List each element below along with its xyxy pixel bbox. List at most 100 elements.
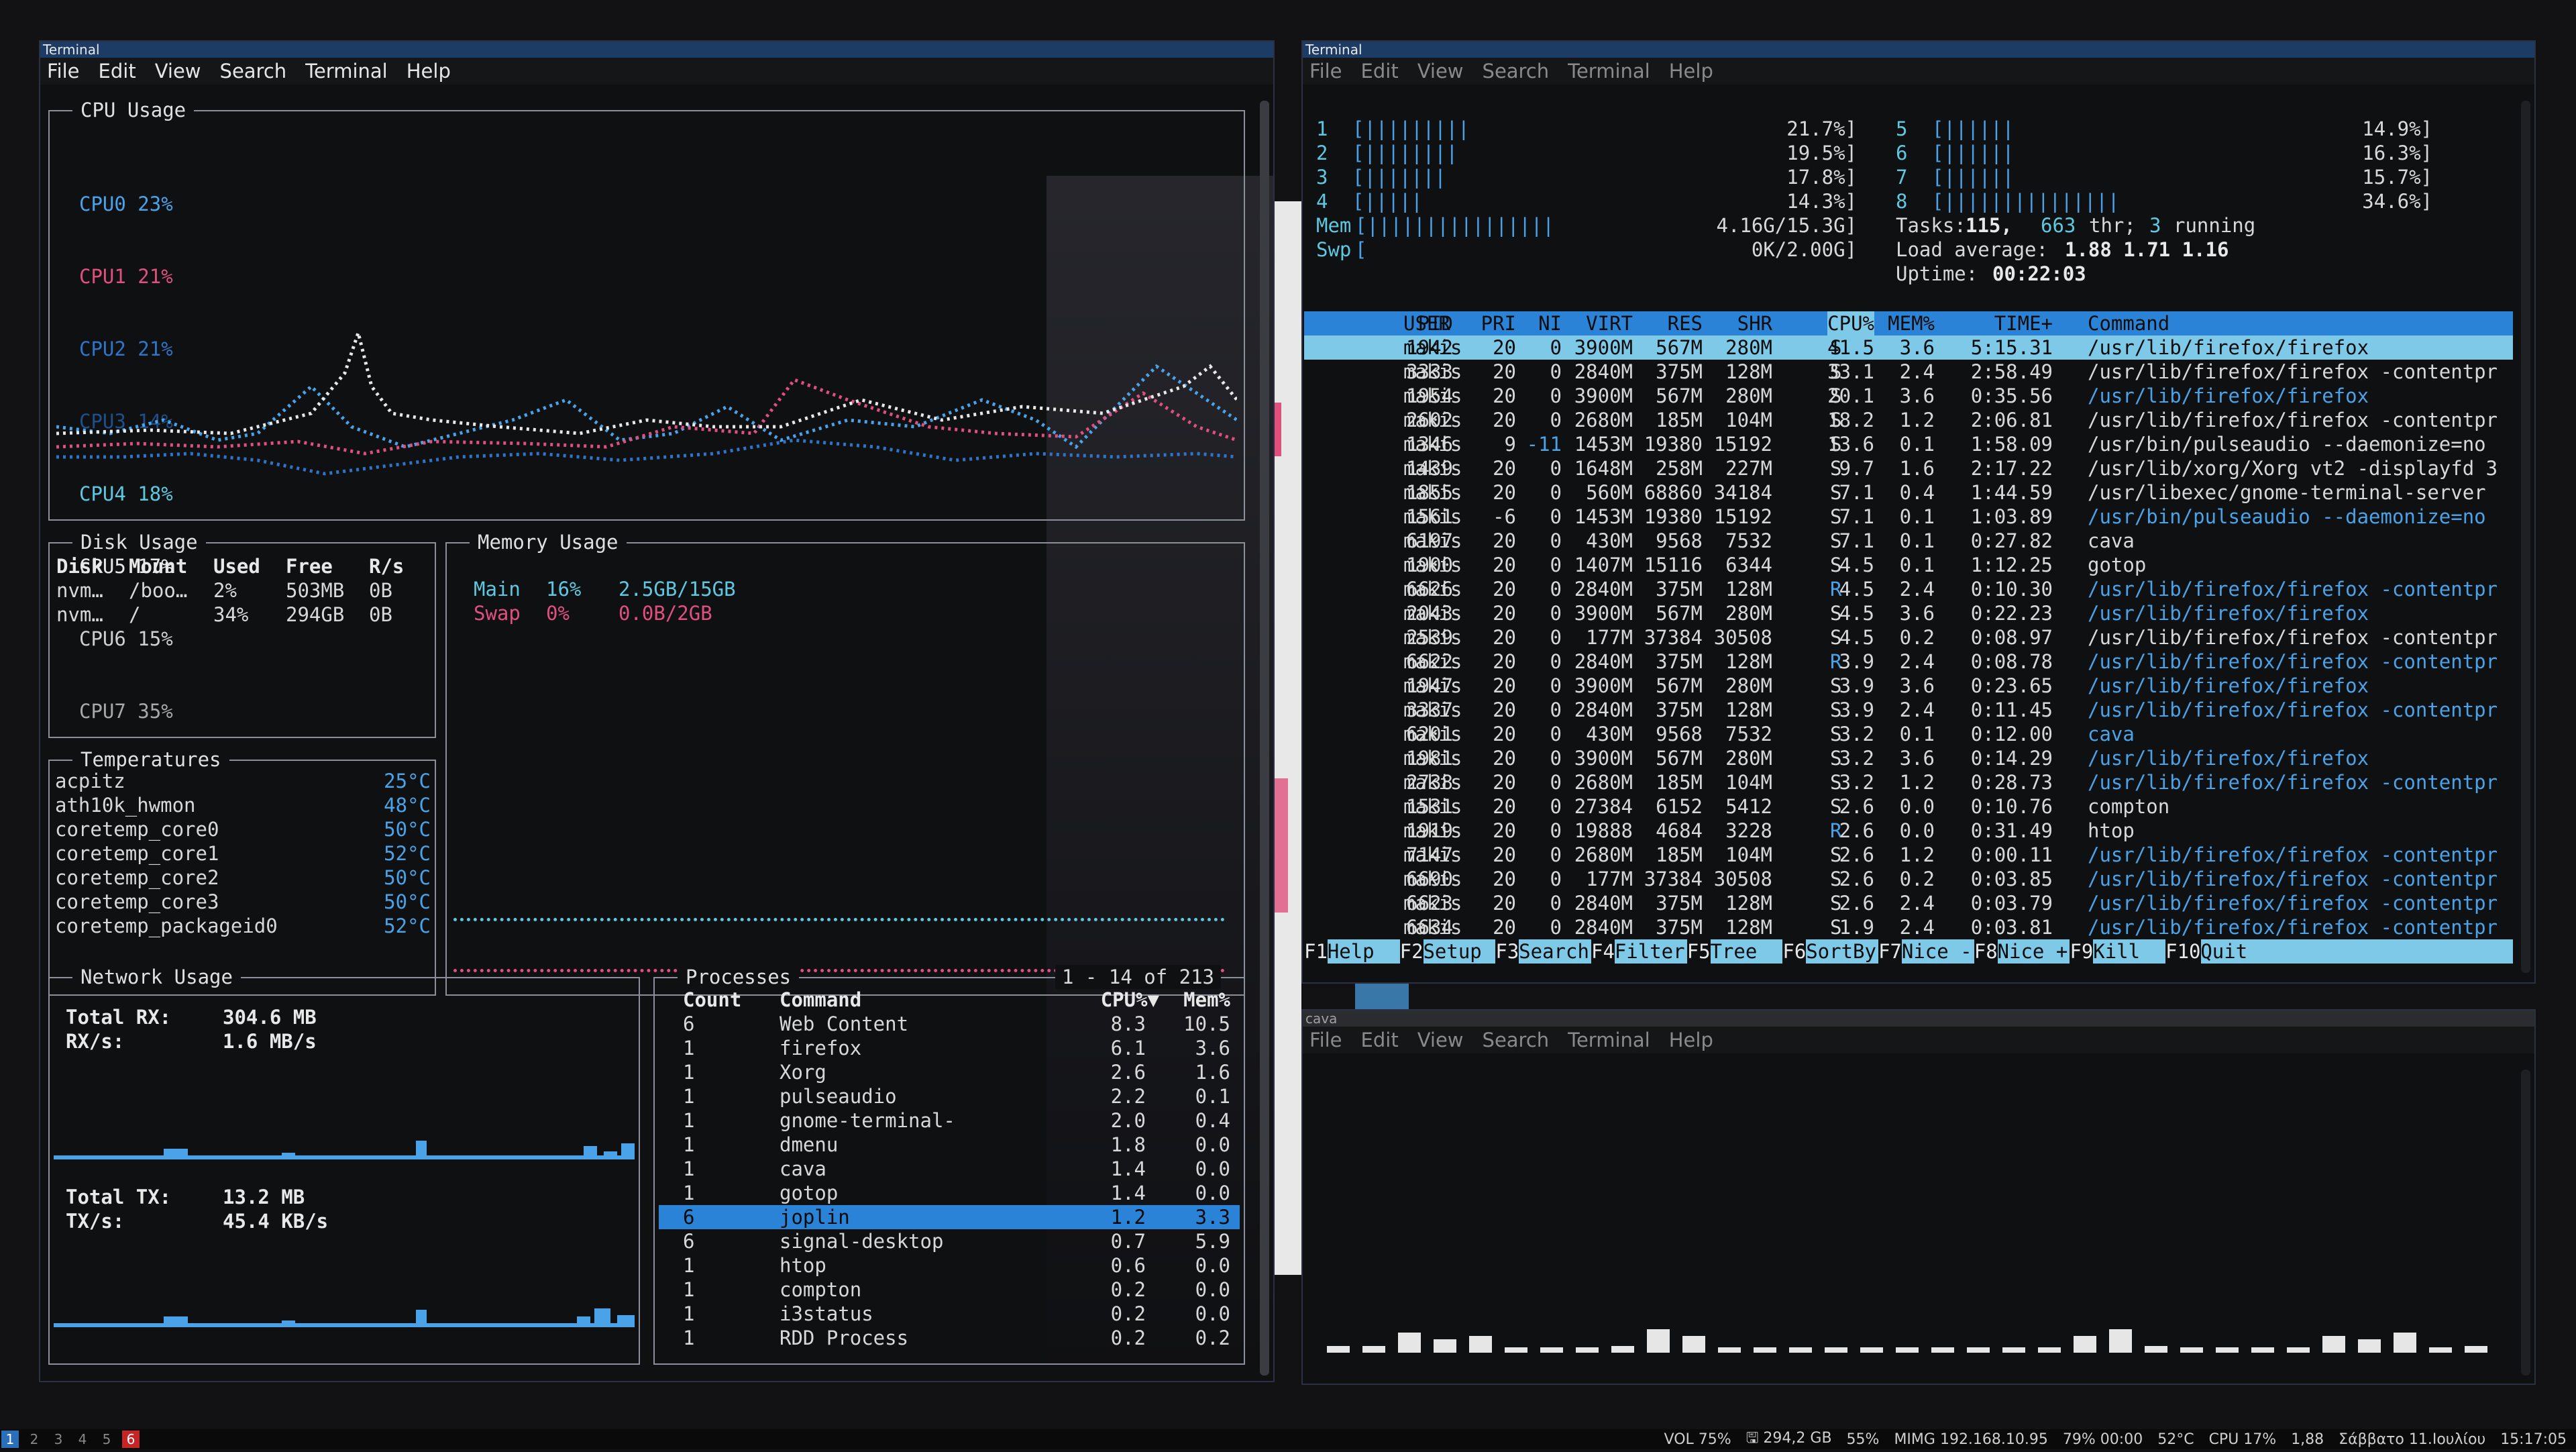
scrollbar[interactable] <box>2521 1070 2530 1376</box>
fkey-f4[interactable]: F4 <box>1591 939 1615 964</box>
col-count[interactable]: Count <box>683 988 741 1012</box>
header-mem[interactable]: MEM% <box>1888 311 1935 335</box>
col-mem[interactable]: Mem% <box>1183 988 1230 1012</box>
htop-process-row[interactable]: 6201 makis 20 0 430M 9568 7532 S 3.2 0.1 0:12.00 ca… <box>1304 722 2513 746</box>
header-virt[interactable]: VIRT <box>1586 311 1633 335</box>
process-row[interactable]: 1 i3status 0.2 0.0 <box>659 1302 1240 1326</box>
fkey-label-f4[interactable]: Filter <box>1615 939 1685 964</box>
htop-process-row[interactable]: 6623 makis 20 0 2840M 375M 128M S 2.6 2.4 0:03.79/… <box>1304 891 2513 915</box>
menu-view[interactable]: View <box>1417 60 1464 83</box>
fkey-f6[interactable]: F6 <box>1782 939 1807 964</box>
scrollbar[interactable] <box>1260 101 1269 1376</box>
header-pri[interactable]: PRI <box>1481 311 1516 335</box>
htop-process-row[interactable]: 1439 makis 20 0 1648M 258M 227M S 9.7 1.6 2:17.22/… <box>1304 456 2513 480</box>
menu-search[interactable]: Search <box>220 60 287 83</box>
fkey-label-f9[interactable]: Kill <box>2093 939 2140 964</box>
htop-process-row[interactable]: 1531 makis 20 0 27384 6152 5412 S 2.6 0.0 0:10.76 c… <box>1304 794 2513 819</box>
fkey-f2[interactable]: F2 <box>1399 939 1424 964</box>
fkey-f7[interactable]: F7 <box>1878 939 1902 964</box>
htop-process-row[interactable]: 1919 makis 20 0 19888 4684 3228 R 2.6 0.0 0:31.49 h… <box>1304 819 2513 843</box>
htop-process-row[interactable]: 1855 makis 20 0 560M 68860 34184 S 7.1 0.4 1:44.59… <box>1304 480 2513 505</box>
menu-view[interactable]: View <box>1417 1029 1464 1051</box>
header-user[interactable]: USER <box>1403 311 1450 335</box>
process-row[interactable]: 1 dmenu 1.8 0.0 <box>659 1133 1240 1157</box>
menu-help[interactable]: Help <box>407 60 451 83</box>
menu-help[interactable]: Help <box>1669 60 1713 83</box>
fkey-label-f2[interactable]: Setup <box>1423 939 1481 964</box>
htop-process-row[interactable]: 2602 makis 20 0 2680M 185M 104M S 18.2 1.2 2:06.81… <box>1304 408 2513 432</box>
htop-process-row[interactable]: 1954 makis 20 0 3900M 567M 280M S 20.1 3.6 0:35.56… <box>1304 384 2513 408</box>
htop-process-row[interactable]: 6690 makis 20 0 177M 37384 30508 S 2.6 0.2 0:03.85… <box>1304 867 2513 891</box>
menu-terminal[interactable]: Terminal <box>1568 60 1650 83</box>
htop-process-row[interactable]: 1900 makis 20 0 1407M 15116 6344 S 4.5 0.1 1:12.25… <box>1304 553 2513 577</box>
fkey-label-f5[interactable]: Tree <box>1711 939 1758 964</box>
htop-process-row[interactable]: 6634 makis 20 0 2840M 375M 128M S 1.9 2.4 0:03.81/… <box>1304 915 2513 939</box>
htop-process-row[interactable]: 1346 makis 9 -11 1453M 19380 15192 S 13.6 0.1 1:58… <box>1304 432 2513 456</box>
process-row[interactable]: 1 pulseaudio 2.2 0.1 <box>659 1084 1240 1108</box>
fkey-label-f10[interactable]: Quit <box>2200 939 2247 964</box>
header-cpu[interactable]: CPU% <box>1827 311 1874 335</box>
process-row[interactable]: 6 joplin 1.2 3.3 <box>659 1205 1240 1229</box>
htop-process-row[interactable]: 6197 makis 20 0 430M 9568 7532 S 7.1 0.1 0:27.82 ca… <box>1304 529 2513 553</box>
htop-process-row[interactable]: 7147 makis 20 0 2680M 185M 104M S 2.6 1.2 0:00.11/… <box>1304 843 2513 867</box>
menu-file[interactable]: File <box>1309 1029 1342 1051</box>
menu-help[interactable]: Help <box>1669 1029 1713 1051</box>
process-row[interactable]: 1 cava 1.4 0.0 <box>659 1157 1240 1181</box>
fkey-label-f8[interactable]: Nice + <box>1998 939 2068 964</box>
htop-process-row[interactable]: 1947 makis 20 0 3900M 567M 280M S 3.9 3.6 0:23.65/… <box>1304 674 2513 698</box>
process-row[interactable]: 6 Web Content 8.3 10.5 <box>659 1012 1240 1036</box>
htop-process-row[interactable]: 1561 makis -6 0 1453M 19380 15192 S 7.1 0.1 1:03.8… <box>1304 505 2513 529</box>
menu-edit[interactable]: Edit <box>1361 60 1399 83</box>
menu-terminal[interactable]: Terminal <box>1568 1029 1650 1051</box>
workspace-2[interactable]: 2 <box>25 1431 43 1448</box>
fkey-label-f3[interactable]: Search <box>1519 939 1589 964</box>
process-row[interactable]: 1 Xorg 2.6 1.6 <box>659 1060 1240 1084</box>
gotop-terminal-window[interactable]: Terminal File Edit View Search Terminal … <box>39 40 1275 1382</box>
fkey-f5[interactable]: F5 <box>1686 939 1711 964</box>
process-row[interactable]: 6 signal-desktop 0.7 5.9 <box>659 1229 1240 1253</box>
htop-process-row[interactable]: 1981 makis 20 0 3900M 567M 280M S 3.2 3.6 0:14.29/… <box>1304 746 2513 770</box>
fkey-f3[interactable]: F3 <box>1495 939 1519 964</box>
cava-terminal-window[interactable]: cava File Edit View Search Terminal Help <box>1301 1009 2536 1385</box>
htop-process-row[interactable]: 6626 makis 20 0 2840M 375M 128M R 4.5 2.4 0:10.30/… <box>1304 577 2513 601</box>
menu-terminal[interactable]: Terminal <box>305 60 388 83</box>
workspace-3[interactable]: 3 <box>50 1431 67 1448</box>
header-time[interactable]: TIME+ <box>1994 311 2053 335</box>
fkey-f9[interactable]: F9 <box>2070 939 2094 964</box>
header-shr[interactable]: SHR <box>1737 311 1772 335</box>
htop-terminal-window[interactable]: Terminal File Edit View Search Terminal … <box>1301 40 2536 984</box>
workspace-1[interactable]: 1 <box>1 1431 19 1448</box>
workspace-4[interactable]: 4 <box>74 1431 91 1448</box>
htop-process-row[interactable]: 2043 makis 20 0 3900M 567M 280M S 4.5 3.6 0:22.23/… <box>1304 601 2513 625</box>
fkey-f10[interactable]: F10 <box>2165 939 2201 964</box>
process-row[interactable]: 1 compton 0.2 0.0 <box>659 1278 1240 1302</box>
htop-process-row[interactable]: 6622 makis 20 0 2840M 375M 128M R 3.9 2.4 0:08.78/… <box>1304 650 2513 674</box>
fkey-label-f7[interactable]: Nice - <box>1902 939 1972 964</box>
process-row[interactable]: 1 htop 0.6 0.0 <box>659 1253 1240 1278</box>
htop-process-row[interactable]: 1942 makis 20 0 3900M 567M 280M S 41.5 3.6 5:15.31… <box>1304 335 2513 360</box>
header-command[interactable]: Command <box>2088 311 2169 335</box>
process-row[interactable]: 1 gnome-terminal- 2.0 0.4 <box>659 1108 1240 1133</box>
menu-search[interactable]: Search <box>1483 1029 1550 1051</box>
menu-view[interactable]: View <box>155 60 201 83</box>
workspace-5[interactable]: 5 <box>98 1431 115 1448</box>
fkey-f8[interactable]: F8 <box>1974 939 1998 964</box>
htop-process-row[interactable]: 3333 makis 20 0 2840M 375M 128M S 33.1 2.4 2:58.49… <box>1304 360 2513 384</box>
htop-process-row[interactable]: 2539 makis 20 0 177M 37384 30508 S 4.5 0.2 0:08.97… <box>1304 625 2513 650</box>
fkey-label-f6[interactable]: SortBy <box>1806 939 1876 964</box>
header-res[interactable]: RES <box>1668 311 1703 335</box>
htop-process-row[interactable]: 2738 makis 20 0 2680M 185M 104M S 3.2 1.2 0:28.73/… <box>1304 770 2513 794</box>
header-ni[interactable]: NI <box>1538 311 1562 335</box>
menu-search[interactable]: Search <box>1483 60 1550 83</box>
process-row[interactable]: 1 gotop 1.4 0.0 <box>659 1181 1240 1205</box>
workspace-6[interactable]: 6 <box>122 1431 140 1448</box>
menu-file[interactable]: File <box>1309 60 1342 83</box>
process-row[interactable]: 1 RDD Process 0.2 0.2 <box>659 1326 1240 1350</box>
col-cpu[interactable]: CPU%▼ <box>1101 988 1159 1012</box>
menu-edit[interactable]: Edit <box>1361 1029 1399 1051</box>
menu-file[interactable]: File <box>47 60 80 83</box>
col-command[interactable]: Command <box>780 988 861 1012</box>
fkey-label-f1[interactable]: Help <box>1328 939 1375 964</box>
htop-process-row[interactable]: 3337 makis 20 0 2840M 375M 128M S 3.9 2.4 0:11.45/… <box>1304 698 2513 722</box>
fkey-f1[interactable]: F1 <box>1304 939 1328 964</box>
